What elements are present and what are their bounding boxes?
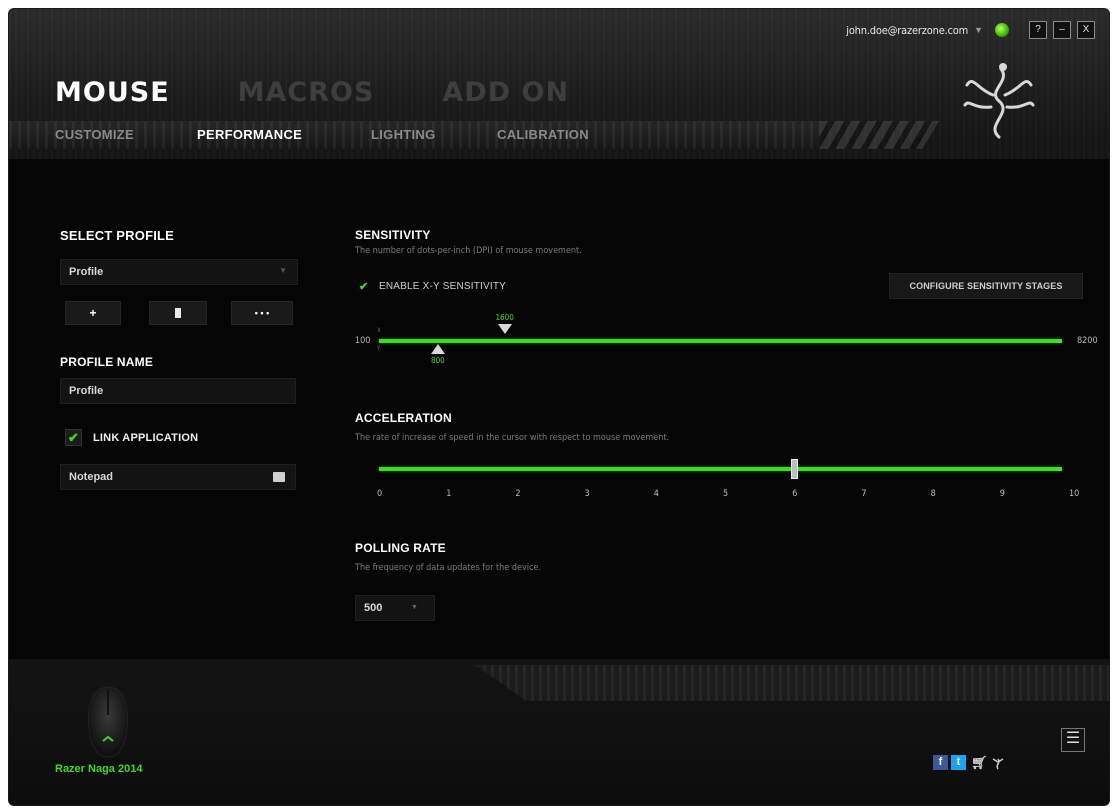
tab-lighting[interactable]: LIGHTING xyxy=(371,127,436,142)
razer-logo-icon xyxy=(963,63,1035,139)
sub-navigation: CUSTOMIZE PERFORMANCE LIGHTING CALIBRATI… xyxy=(9,121,939,149)
main-tabs: MOUSE MACROS ADD ON xyxy=(55,77,569,108)
polling-rate-title: POLLING RATE xyxy=(355,541,446,555)
y-axis-label: Y xyxy=(377,345,381,352)
close-button[interactable]: X xyxy=(1077,21,1095,39)
polling-rate-value: 500 xyxy=(364,602,383,614)
acceleration-tick-label: 1 xyxy=(446,489,452,499)
acceleration-tick-label: 4 xyxy=(653,489,659,499)
profile-select-value: Profile xyxy=(69,266,104,278)
subnav-decoration xyxy=(819,121,939,149)
sensitivity-min-label: 100 xyxy=(355,336,371,346)
acceleration-slider-track[interactable] xyxy=(379,467,1062,471)
folder-icon[interactable] xyxy=(273,472,285,482)
chevron-down-icon: ▼ xyxy=(279,266,287,275)
select-profile-title: SELECT PROFILE xyxy=(60,228,175,243)
tab-add-on[interactable]: ADD ON xyxy=(442,77,569,108)
acceleration-tick-label: 5 xyxy=(723,489,729,499)
enable-xy-checkbox[interactable]: ✔ xyxy=(359,280,368,293)
y-sensitivity-value: 800 xyxy=(431,356,445,365)
mouse-device-image xyxy=(88,686,128,758)
user-email[interactable]: john.doe@razerzone.com xyxy=(846,24,968,37)
polling-rate-select[interactable]: 500 ▼ xyxy=(355,595,435,621)
acceleration-tick-label: 0 xyxy=(377,489,383,499)
profile-select[interactable]: Profile ▼ xyxy=(60,259,298,285)
acceleration-title: ACCELERATION xyxy=(355,411,452,425)
sensitivity-max-label: 8200 xyxy=(1077,336,1098,346)
sensitivity-slider-track[interactable] xyxy=(379,339,1062,343)
device-name[interactable]: Razer Naga 2014 xyxy=(55,763,142,775)
x-axis-label: X xyxy=(377,327,381,334)
enable-xy-label: ENABLE X-Y SENSITIVITY xyxy=(379,281,507,292)
acceleration-tick-label: 7 xyxy=(861,489,867,499)
acceleration-tick-label: 10 xyxy=(1069,489,1080,499)
tab-mouse[interactable]: MOUSE xyxy=(55,77,170,108)
tab-macros[interactable]: MACROS xyxy=(238,77,375,108)
top-bar: john.doe@razerzone.com ▼ ? – X xyxy=(846,21,1095,39)
profile-name-title: PROFILE NAME xyxy=(60,355,154,369)
online-status-icon xyxy=(995,23,1009,37)
x-handle-arrow-icon xyxy=(498,324,513,334)
sensitivity-description: The number of dots-per-inch (DPI) of mou… xyxy=(355,246,582,256)
sensitivity-title: SENSITIVITY xyxy=(355,228,431,242)
y-handle-arrow-icon xyxy=(431,344,446,354)
application-field[interactable]: Notepad xyxy=(60,464,296,490)
polling-rate-description: The frequency of data updates for the de… xyxy=(355,563,542,573)
razer-snake-icon[interactable] xyxy=(991,755,1006,770)
synapse-window: john.doe@razerzone.com ▼ ? – X MOUSE MAC… xyxy=(8,8,1110,806)
footer-decoration xyxy=(475,665,1109,701)
header: john.doe@razerzone.com ▼ ? – X MOUSE MAC… xyxy=(9,9,1109,159)
acceleration-tick-label: 9 xyxy=(999,489,1005,499)
add-profile-button[interactable]: + xyxy=(65,301,121,325)
acceleration-tick-label: 6 xyxy=(792,489,798,499)
chevron-down-icon: ▼ xyxy=(411,604,418,611)
delete-profile-button[interactable] xyxy=(149,301,207,325)
facebook-icon[interactable]: f xyxy=(933,755,948,770)
account-dropdown-icon[interactable]: ▼ xyxy=(974,25,983,35)
acceleration-description: The rate of increase of speed in the cur… xyxy=(355,433,670,443)
profile-more-button[interactable]: • • • xyxy=(231,301,293,325)
application-value: Notepad xyxy=(69,471,113,483)
twitter-icon[interactable]: t xyxy=(951,755,966,770)
profile-name-input[interactable]: Profile xyxy=(60,378,296,404)
tab-customize[interactable]: CUSTOMIZE xyxy=(55,127,134,142)
link-application-checkbox[interactable]: ✔ xyxy=(65,429,82,446)
acceleration-tick-label: 2 xyxy=(515,489,521,499)
x-sensitivity-value: 1600 xyxy=(495,313,514,322)
tab-performance[interactable]: PERFORMANCE xyxy=(197,127,302,142)
acceleration-tick-label: 3 xyxy=(584,489,590,499)
help-button[interactable]: ? xyxy=(1029,21,1047,39)
trash-icon xyxy=(175,308,181,318)
minimize-button[interactable]: – xyxy=(1053,21,1071,39)
configure-sensitivity-stages-button[interactable]: CONFIGURE SENSITIVITY STAGES xyxy=(889,273,1083,299)
menu-button[interactable]: ☰ xyxy=(1061,728,1085,752)
tab-calibration[interactable]: CALIBRATION xyxy=(497,127,589,142)
acceleration-slider-handle[interactable] xyxy=(791,459,799,479)
store-cart-icon[interactable]: 🛒︎ xyxy=(971,755,988,770)
link-application-label: LINK APPLICATION xyxy=(93,432,199,444)
acceleration-tick-label: 8 xyxy=(930,489,936,499)
